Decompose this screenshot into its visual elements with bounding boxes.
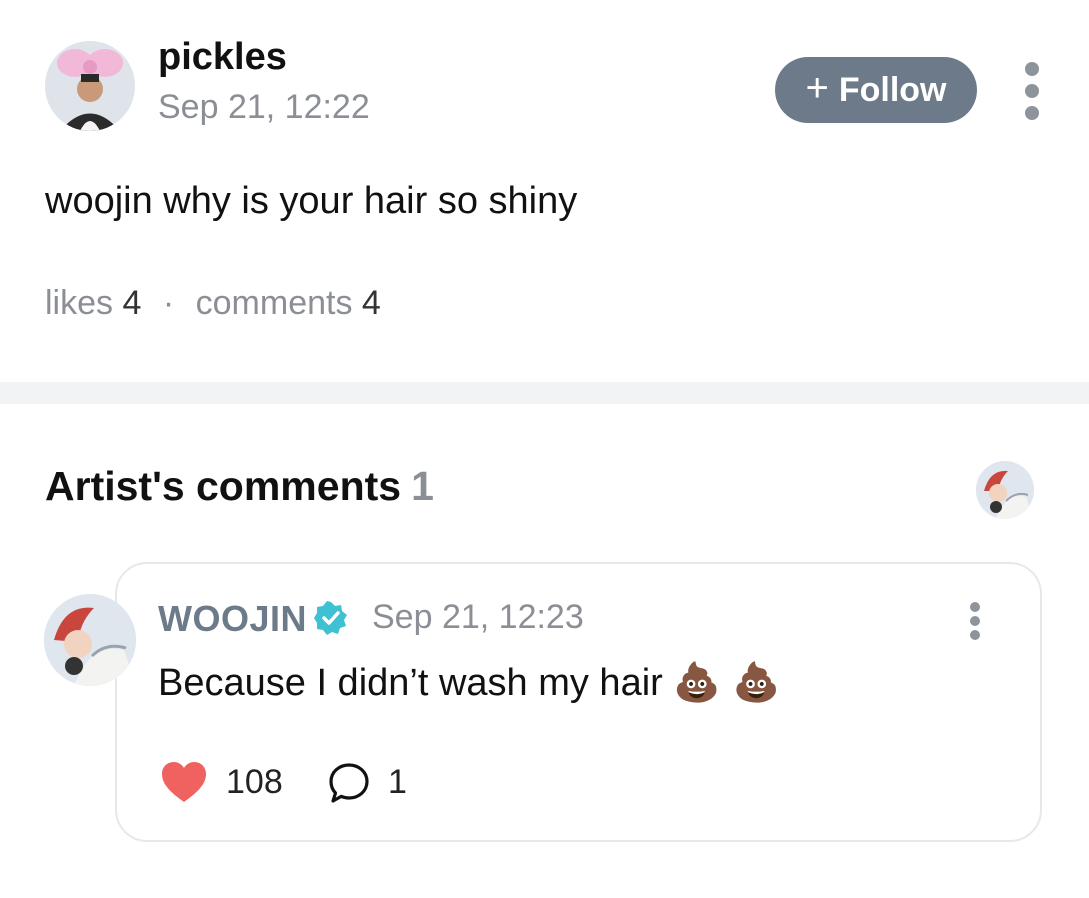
comment-reply-count: 1 bbox=[388, 763, 407, 801]
post-body-text: woojin why is your hair so shiny bbox=[45, 180, 578, 222]
comment-author-name[interactable]: WOOJIN bbox=[158, 598, 307, 640]
stats-separator: · bbox=[162, 284, 175, 322]
comment-like-count: 108 bbox=[226, 763, 283, 801]
poop-emoji: 💩 💩 bbox=[673, 660, 781, 704]
more-vertical-icon[interactable] bbox=[1017, 62, 1047, 120]
artist-comments-title: Artist's comments bbox=[45, 463, 402, 509]
more-vertical-icon[interactable] bbox=[961, 600, 991, 640]
follow-button[interactable]: + Follow bbox=[775, 57, 977, 123]
comments-count: 4 bbox=[361, 284, 381, 322]
comment-body-text: Because I didn’t wash my hair bbox=[158, 662, 663, 704]
comment-author-avatar[interactable] bbox=[44, 594, 136, 686]
post-author-avatar[interactable] bbox=[45, 41, 135, 131]
post-author-name[interactable]: pickles bbox=[158, 36, 287, 79]
plus-icon: + bbox=[805, 66, 829, 110]
comment-timestamp: Sep 21, 12:23 bbox=[372, 598, 584, 636]
likes-label: likes bbox=[45, 284, 114, 322]
artist-comments-count: 1 bbox=[411, 463, 434, 509]
follow-label: Follow bbox=[838, 70, 947, 109]
comments-label: comments bbox=[195, 284, 353, 322]
verified-badge-icon bbox=[314, 601, 347, 635]
post-stats: likes 4 · comments 4 bbox=[45, 284, 381, 323]
comment-body: Because I didn’t wash my hair 💩 💩 bbox=[158, 660, 780, 705]
section-divider bbox=[0, 382, 1089, 404]
heart-icon[interactable] bbox=[160, 760, 208, 804]
speech-bubble-icon[interactable] bbox=[327, 761, 371, 805]
likes-count: 4 bbox=[122, 284, 142, 322]
post-timestamp: Sep 21, 12:22 bbox=[158, 88, 370, 126]
artist-avatar-small[interactable] bbox=[976, 461, 1034, 519]
artist-comments-heading: Artist's comments 1 bbox=[45, 463, 434, 510]
